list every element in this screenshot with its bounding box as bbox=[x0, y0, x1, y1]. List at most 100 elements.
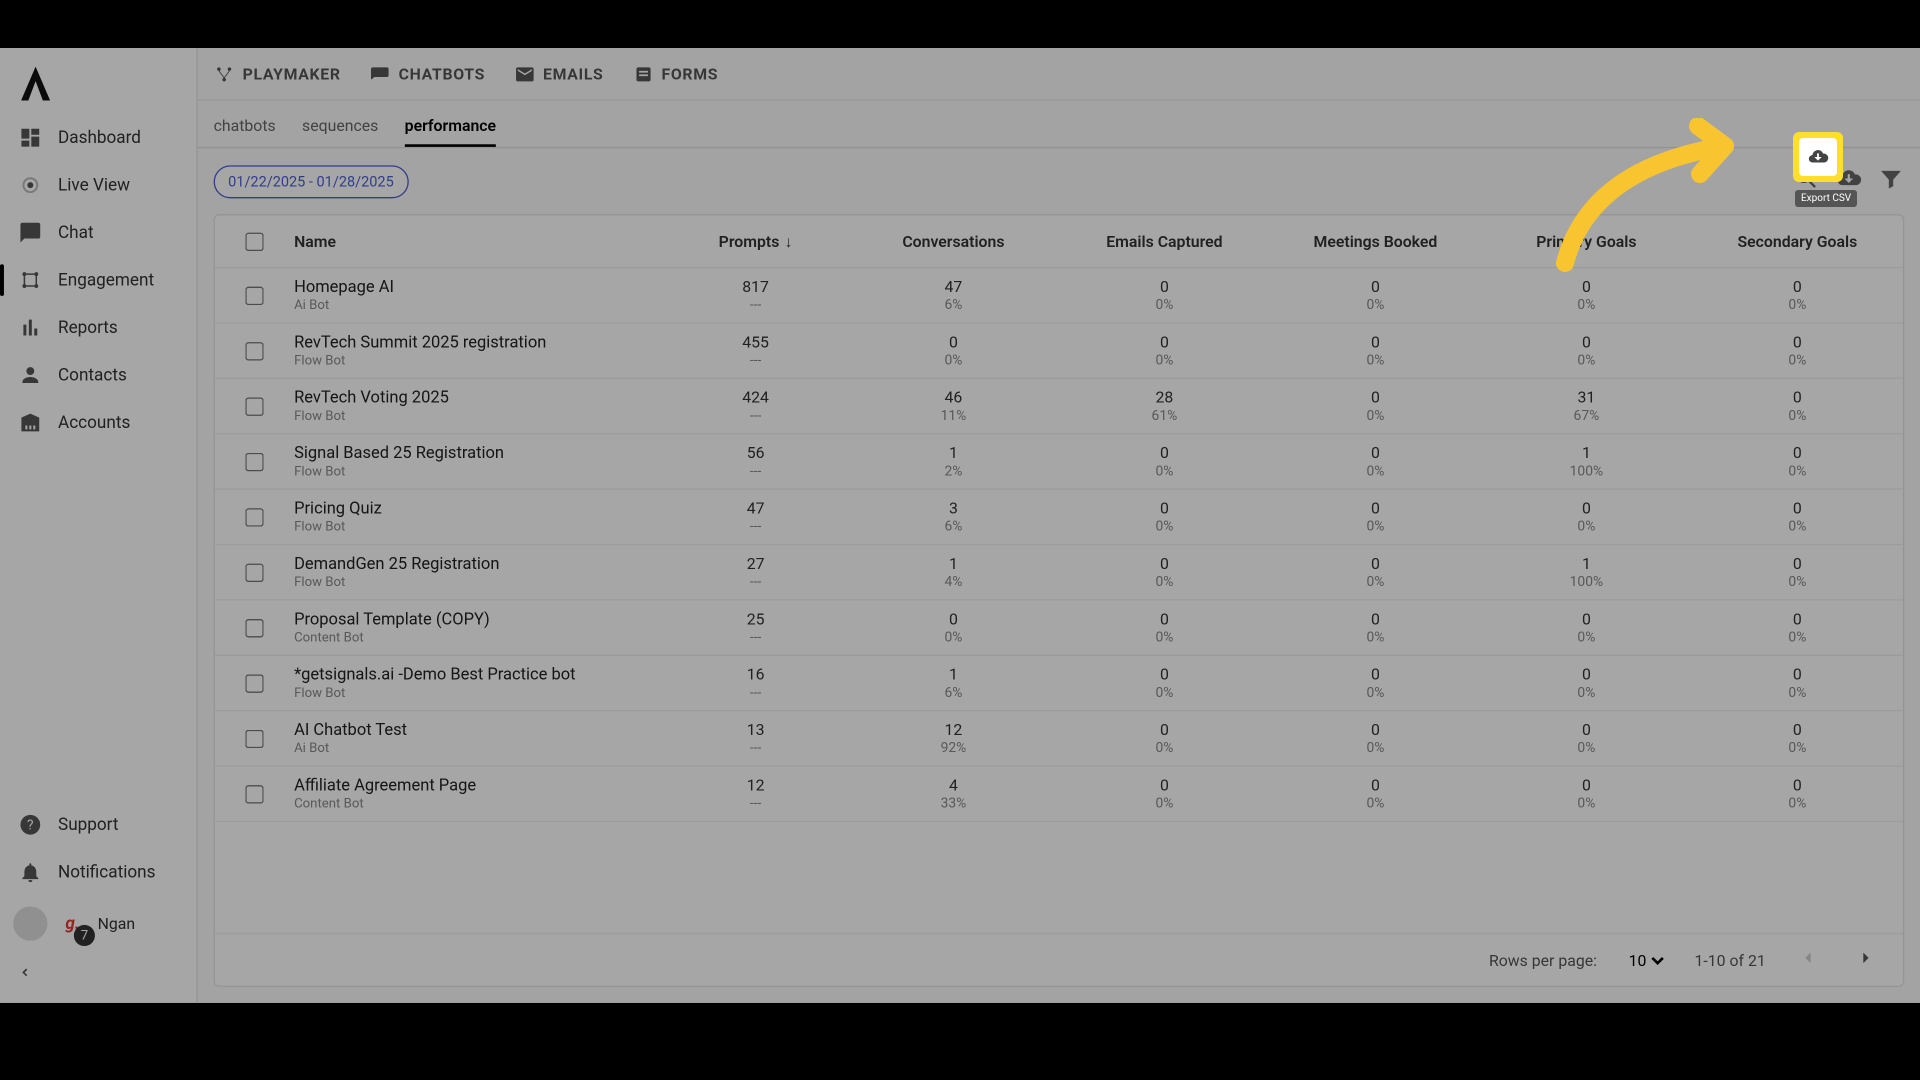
row-prompts: 12 bbox=[663, 776, 848, 794]
sidebar-item-dashboard[interactable]: Dashboard bbox=[0, 114, 196, 161]
row-checkbox[interactable] bbox=[245, 286, 263, 304]
row-primary-goals: 31 bbox=[1481, 388, 1692, 406]
row-primary-goals: 1 bbox=[1481, 444, 1692, 462]
row-name: Pricing Quiz bbox=[294, 499, 663, 519]
row-conversations: 12 bbox=[848, 721, 1059, 739]
svg-text:?: ? bbox=[27, 818, 34, 834]
row-primary-goals: 1 bbox=[1481, 554, 1692, 572]
row-secondary-goals: 0 bbox=[1692, 444, 1903, 462]
contacts-icon bbox=[18, 363, 42, 387]
row-checkbox[interactable] bbox=[245, 674, 263, 692]
row-name: *getsignals.ai -Demo Best Practice bot bbox=[294, 665, 663, 685]
sidebar-label: Live View bbox=[58, 175, 130, 195]
subtab-chatbots[interactable]: chatbots bbox=[214, 117, 276, 147]
table-row[interactable]: RevTech Summit 2025 registrationFlow Bot… bbox=[215, 324, 1903, 379]
row-meetings: 0 bbox=[1270, 776, 1481, 794]
row-prompts: 817 bbox=[663, 277, 848, 295]
table-row[interactable]: Signal Based 25 RegistrationFlow Bot56--… bbox=[215, 434, 1903, 489]
tab-playmaker[interactable]: PLAYMAKER bbox=[214, 63, 341, 84]
row-checkbox[interactable] bbox=[245, 397, 263, 415]
col-name[interactable]: Name bbox=[294, 232, 663, 250]
prev-page-button[interactable] bbox=[1792, 942, 1824, 978]
sidebar-item-liveview[interactable]: Live View bbox=[0, 161, 196, 208]
row-meetings: 0 bbox=[1270, 388, 1481, 406]
row-checkbox[interactable] bbox=[245, 729, 263, 747]
col-emails[interactable]: Emails Captured bbox=[1059, 232, 1270, 250]
filter-button[interactable] bbox=[1878, 165, 1904, 197]
subtab-sequences[interactable]: sequences bbox=[302, 117, 378, 147]
row-emails: 0 bbox=[1059, 499, 1270, 517]
row-primary-goals: 0 bbox=[1481, 277, 1692, 295]
liveview-icon bbox=[18, 173, 42, 197]
row-emails: 28 bbox=[1059, 388, 1270, 406]
row-type: Flow Bot bbox=[294, 465, 663, 480]
row-conversations: 46 bbox=[848, 388, 1059, 406]
subtab-performance[interactable]: performance bbox=[405, 117, 496, 147]
pagination-range: 1-10 of 21 bbox=[1695, 951, 1766, 969]
table-row[interactable]: Proposal Template (COPY)Content Bot25---… bbox=[215, 601, 1903, 656]
table-row[interactable]: Affiliate Agreement PageContent Bot12---… bbox=[215, 767, 1903, 822]
row-emails: 0 bbox=[1059, 665, 1270, 683]
date-range-chip[interactable]: 01/22/2025 - 01/28/2025 bbox=[214, 165, 409, 198]
email-icon bbox=[514, 63, 535, 84]
next-page-button[interactable] bbox=[1850, 942, 1882, 978]
row-secondary-goals: 0 bbox=[1692, 610, 1903, 628]
row-primary-goals: 0 bbox=[1481, 721, 1692, 739]
row-emails: 0 bbox=[1059, 444, 1270, 462]
row-checkbox[interactable] bbox=[245, 563, 263, 581]
row-emails: 0 bbox=[1059, 776, 1270, 794]
sidebar-item-engagement[interactable]: Engagement bbox=[0, 256, 196, 303]
sort-desc-icon: ↓ bbox=[785, 232, 793, 250]
row-primary-goals: 0 bbox=[1481, 333, 1692, 351]
table-row[interactable]: DemandGen 25 RegistrationFlow Bot27---14… bbox=[215, 545, 1903, 600]
tab-forms[interactable]: FORMS bbox=[632, 63, 718, 84]
row-prompts: 13 bbox=[663, 721, 848, 739]
row-checkbox[interactable] bbox=[245, 784, 263, 802]
row-secondary-goals: 0 bbox=[1692, 499, 1903, 517]
user-menu[interactable]: g. Ngan 7 bbox=[0, 896, 196, 951]
row-emails: 0 bbox=[1059, 277, 1270, 295]
row-primary-goals: 0 bbox=[1481, 665, 1692, 683]
tab-label: PLAYMAKER bbox=[243, 64, 341, 82]
row-checkbox[interactable] bbox=[245, 508, 263, 526]
row-name: AI Chatbot Test bbox=[294, 721, 663, 741]
sidebar-item-notifications[interactable]: Notifications bbox=[0, 848, 196, 895]
row-secondary-goals: 0 bbox=[1692, 333, 1903, 351]
row-meetings: 0 bbox=[1270, 665, 1481, 683]
col-meetings[interactable]: Meetings Booked bbox=[1270, 232, 1481, 250]
accounts-icon bbox=[18, 411, 42, 435]
row-type: Flow Bot bbox=[294, 686, 663, 701]
sidebar-item-accounts[interactable]: Accounts bbox=[0, 399, 196, 446]
sidebar-collapse[interactable] bbox=[0, 951, 196, 992]
table-body: Homepage AIAi Bot817---476%00%00%00%00%R… bbox=[215, 268, 1903, 933]
sidebar-item-chat[interactable]: Chat bbox=[0, 209, 196, 256]
row-prompts: 424 bbox=[663, 388, 848, 406]
sidebar-label: Support bbox=[58, 815, 118, 835]
col-conversations[interactable]: Conversations bbox=[848, 232, 1059, 250]
row-name: Signal Based 25 Registration bbox=[294, 444, 663, 464]
table-row[interactable]: RevTech Voting 2025Flow Bot424---4611%28… bbox=[215, 379, 1903, 434]
sidebar-item-contacts[interactable]: Contacts bbox=[0, 351, 196, 398]
row-conversations: 1 bbox=[848, 444, 1059, 462]
sidebar-nav: Dashboard Live View Chat Engagement Repo… bbox=[0, 114, 196, 801]
table-row[interactable]: *getsignals.ai -Demo Best Practice botFl… bbox=[215, 656, 1903, 711]
sidebar-item-reports[interactable]: Reports bbox=[0, 304, 196, 351]
row-checkbox[interactable] bbox=[245, 341, 263, 359]
filter-icon bbox=[1878, 165, 1904, 191]
row-primary-goals: 0 bbox=[1481, 610, 1692, 628]
row-conversations: 4 bbox=[848, 776, 1059, 794]
select-all-checkbox[interactable] bbox=[245, 232, 263, 250]
rows-per-page-select[interactable]: 10 bbox=[1623, 949, 1668, 970]
row-checkbox[interactable] bbox=[245, 452, 263, 470]
notification-badge: 7 bbox=[74, 925, 95, 946]
sidebar-label: Engagement bbox=[58, 270, 154, 290]
row-checkbox[interactable] bbox=[245, 618, 263, 636]
tab-chatbots[interactable]: CHATBOTS bbox=[370, 63, 485, 84]
col-prompts[interactable]: Prompts↓ bbox=[663, 232, 848, 250]
table-row[interactable]: AI Chatbot TestAi Bot13---1292%00%00%00%… bbox=[215, 711, 1903, 766]
sidebar-item-support[interactable]: ? Support bbox=[0, 801, 196, 848]
row-type: Flow Bot bbox=[294, 409, 663, 424]
tab-emails[interactable]: EMAILS bbox=[514, 63, 603, 84]
row-name: DemandGen 25 Registration bbox=[294, 554, 663, 574]
table-row[interactable]: Pricing QuizFlow Bot47---36%00%00%00%00% bbox=[215, 490, 1903, 545]
